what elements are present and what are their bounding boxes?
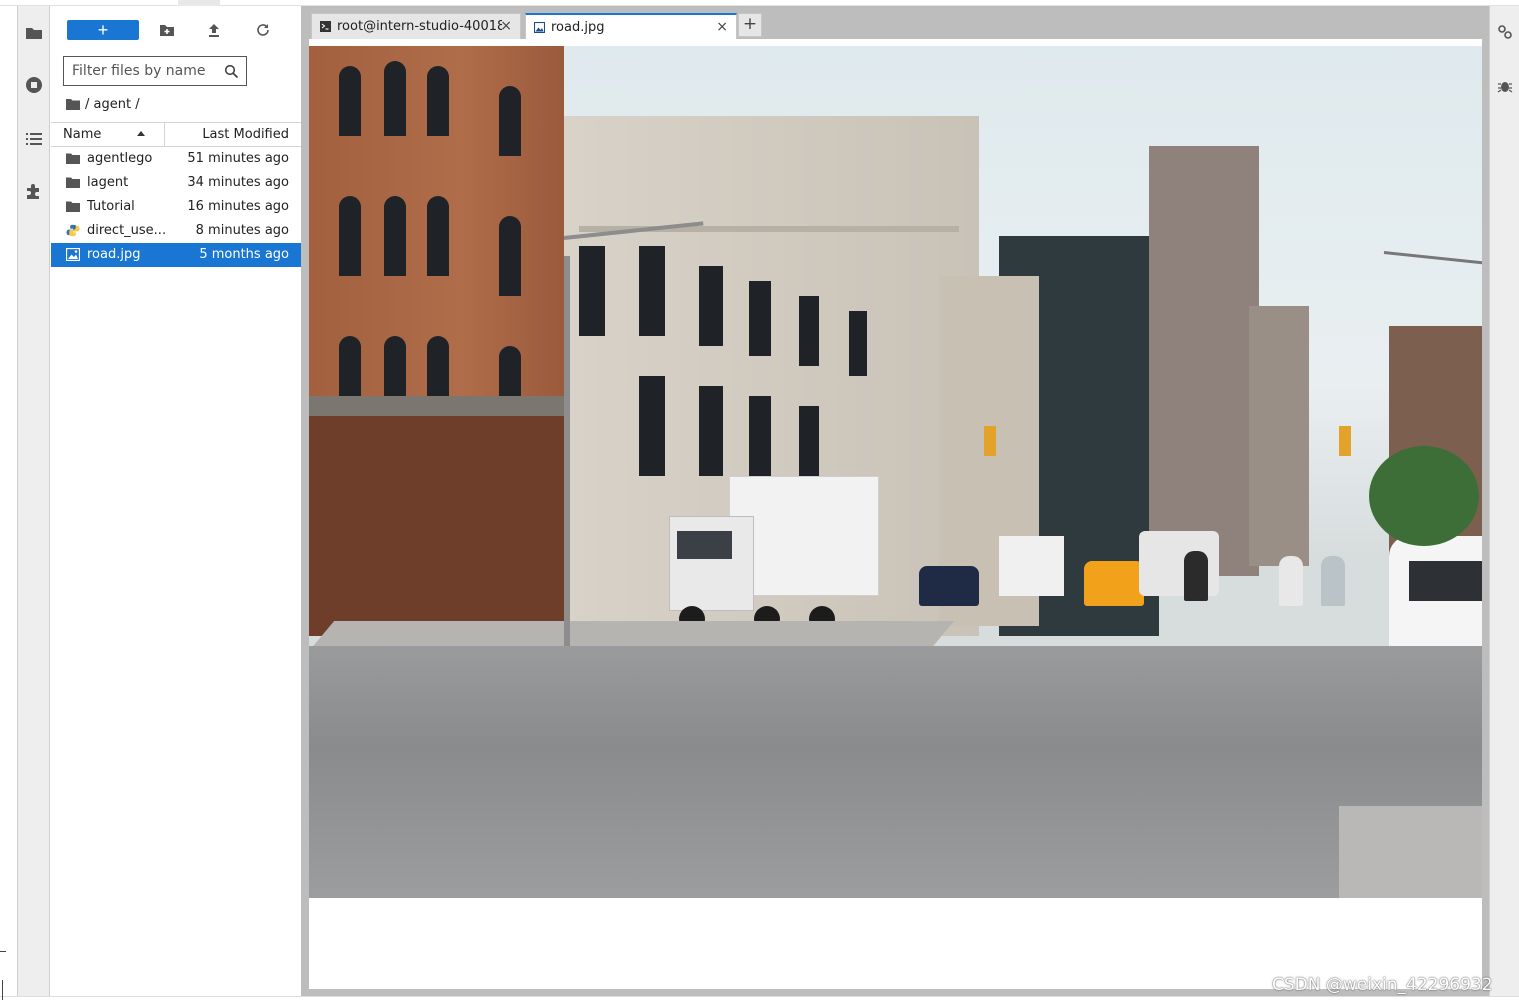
right-sidewalk bbox=[1339, 806, 1482, 898]
image-viewer-panel bbox=[309, 39, 1482, 989]
running-sessions-icon[interactable] bbox=[25, 76, 43, 94]
filter-files-input[interactable] bbox=[72, 63, 222, 79]
file-name: lagent bbox=[87, 175, 129, 190]
file-browser-panel: + / agent / Name Last Modified agentlego… bbox=[51, 6, 301, 996]
left-activity-bar bbox=[17, 6, 50, 996]
folder-icon bbox=[66, 201, 80, 212]
new-launcher-button[interactable]: + bbox=[67, 20, 139, 40]
modified-column-header[interactable]: Last Modified bbox=[164, 123, 301, 146]
skyline-tower bbox=[1149, 146, 1259, 576]
file-row-direct-use[interactable]: direct_use... 8 minutes ago bbox=[51, 219, 301, 243]
breadcrumb: / agent / bbox=[66, 94, 140, 114]
debugger-icon[interactable] bbox=[1497, 78, 1513, 94]
window-edge-tick bbox=[0, 951, 6, 952]
file-modified: 8 minutes ago bbox=[195, 223, 289, 238]
file-modified: 51 minutes ago bbox=[187, 151, 289, 166]
file-modified: 34 minutes ago bbox=[187, 175, 289, 190]
file-modified: 5 months ago bbox=[199, 247, 289, 262]
tab-close-button[interactable]: × bbox=[500, 18, 512, 34]
upload-icon[interactable] bbox=[206, 22, 222, 38]
filter-box bbox=[63, 56, 247, 86]
tab-terminal[interactable]: root@intern-studio-400187 × bbox=[311, 13, 521, 39]
file-name: direct_use... bbox=[87, 223, 167, 238]
folder-icon[interactable] bbox=[25, 24, 43, 42]
tab-bar: root@intern-studio-400187 × road.jpg × + bbox=[301, 6, 1489, 40]
file-name: road.jpg bbox=[87, 247, 141, 262]
property-inspector-icon[interactable] bbox=[1497, 24, 1513, 40]
building-ledge bbox=[309, 396, 564, 418]
python-file-icon bbox=[66, 224, 80, 237]
sort-ascending-icon bbox=[137, 131, 145, 136]
file-row-agentlego[interactable]: agentlego 51 minutes ago bbox=[51, 147, 301, 171]
folder-icon[interactable] bbox=[66, 98, 80, 110]
file-row-tutorial[interactable]: Tutorial 16 minutes ago bbox=[51, 195, 301, 219]
tab-road-jpg[interactable]: road.jpg × bbox=[525, 13, 737, 40]
file-name: Tutorial bbox=[87, 199, 135, 214]
tab-close-button[interactable]: × bbox=[716, 19, 728, 35]
status-bar bbox=[0, 996, 1519, 1005]
extensions-icon[interactable] bbox=[25, 182, 43, 200]
folder-icon bbox=[66, 177, 80, 188]
tab-label: root@intern-studio-400187 bbox=[337, 19, 502, 34]
right-sidebar bbox=[1489, 6, 1519, 996]
file-name: agentlego bbox=[87, 151, 153, 166]
file-row-lagent[interactable]: lagent 34 minutes ago bbox=[51, 171, 301, 195]
brick-ground-floor bbox=[309, 416, 564, 636]
window-edge bbox=[2, 980, 3, 1000]
folder-icon bbox=[66, 153, 80, 164]
watermark-text: CSDN @weixin_42296932 bbox=[1272, 975, 1493, 995]
file-modified: 16 minutes ago bbox=[187, 199, 289, 214]
file-list: agentlego 51 minutes ago lagent 34 minut… bbox=[51, 147, 301, 267]
file-row-road-jpg[interactable]: road.jpg 5 months ago bbox=[51, 243, 301, 267]
new-folder-icon[interactable] bbox=[159, 22, 175, 38]
search-icon bbox=[224, 64, 239, 79]
new-tab-button[interactable]: + bbox=[738, 13, 762, 37]
main-dock-area: root@intern-studio-400187 × road.jpg × + bbox=[301, 6, 1489, 996]
terminal-icon bbox=[320, 21, 331, 32]
table-of-contents-icon[interactable] bbox=[25, 130, 43, 148]
image-file-icon bbox=[534, 22, 545, 33]
refresh-icon[interactable] bbox=[255, 22, 271, 38]
breadcrumb-path[interactable]: / agent / bbox=[85, 97, 140, 112]
file-list-header: Name Last Modified bbox=[51, 122, 301, 147]
tab-label: road.jpg bbox=[551, 20, 605, 35]
name-column-header[interactable]: Name bbox=[63, 127, 101, 142]
skyline-building bbox=[1249, 306, 1309, 566]
road-photo bbox=[309, 46, 1482, 898]
image-file-icon bbox=[66, 248, 80, 261]
road-surface bbox=[309, 646, 1482, 898]
file-browser-toolbar: + bbox=[51, 6, 301, 52]
modified-column-label: Last Modified bbox=[202, 127, 289, 142]
